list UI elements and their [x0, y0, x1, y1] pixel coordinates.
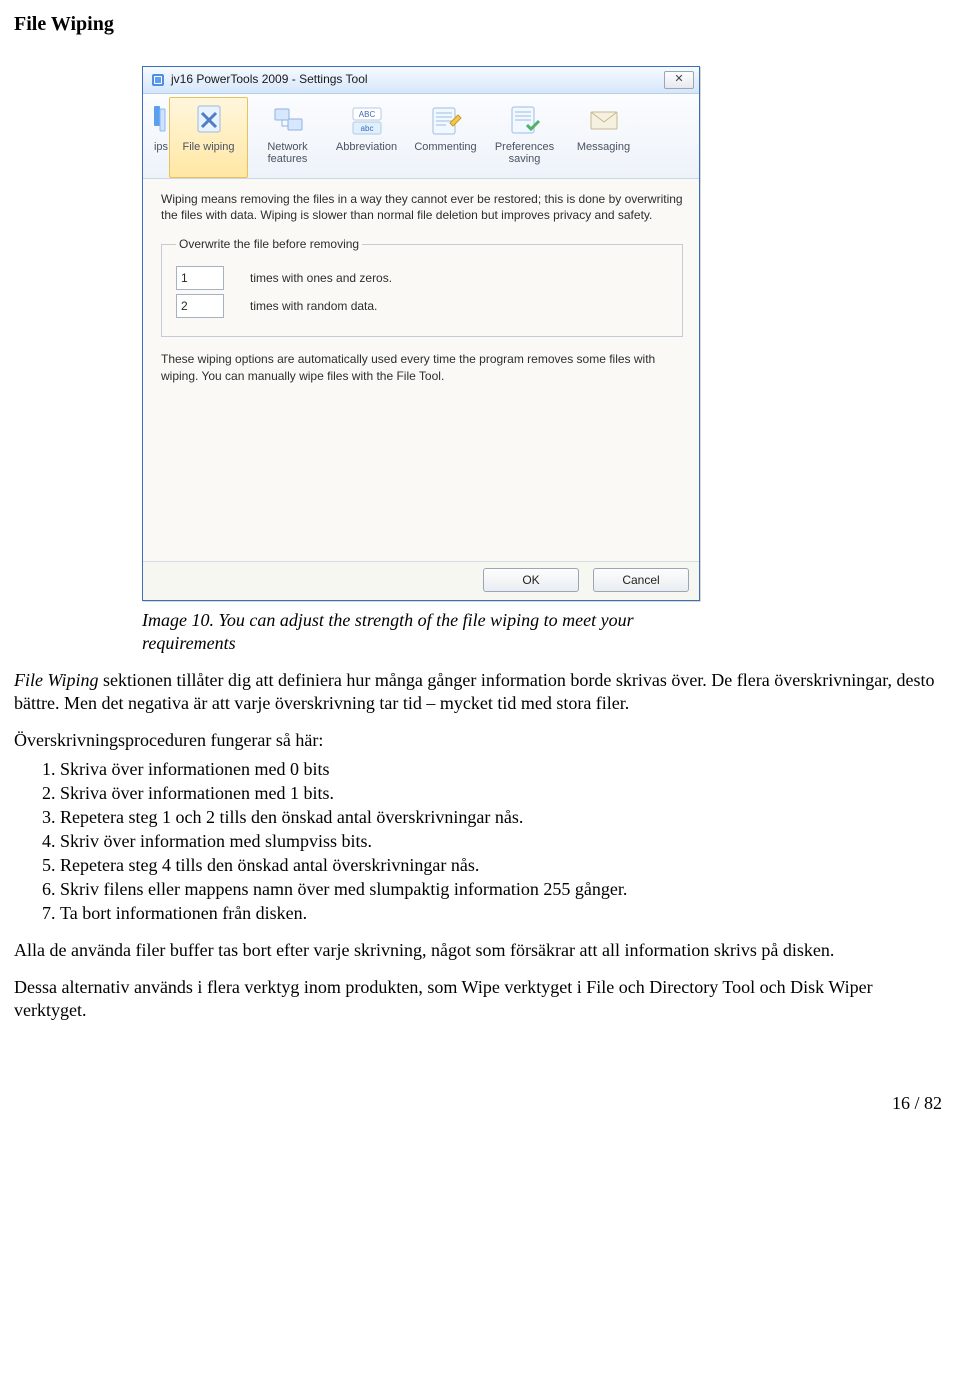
- list-item: Repetera steg 1 och 2 tills den önskad a…: [60, 806, 946, 829]
- list-item: Skriva över informationen med 1 bits.: [60, 782, 946, 805]
- page-number: 16 / 82: [14, 1092, 946, 1115]
- messaging-icon: [586, 103, 622, 137]
- overwrite-row-ones-zeros: times with ones and zeros.: [176, 266, 668, 290]
- procedure-list: Skriva över informationen med 0 bits Skr…: [14, 758, 946, 925]
- svg-text:ABC: ABC: [358, 110, 375, 119]
- intro-italic-term: File Wiping: [14, 670, 99, 690]
- figure-block: jv16 PowerTools 2009 - Settings Tool ✕ i…: [142, 66, 946, 655]
- document-icon: [132, 103, 168, 137]
- toolbar-label: ips: [154, 141, 168, 154]
- window-titlebar: jv16 PowerTools 2009 - Settings Tool ✕: [143, 67, 699, 94]
- overwrite-group: Overwrite the file before removing times…: [161, 237, 683, 337]
- toolbar-label: Commenting: [414, 141, 476, 154]
- toolbar-item-network[interactable]: Network features: [248, 97, 327, 178]
- figure-caption: Image 10. You can adjust the strength of…: [142, 609, 698, 655]
- abbreviation-icon: ABC abc: [349, 103, 385, 137]
- list-item: Skriv filens eller mappens namn över med…: [60, 878, 946, 901]
- network-icon: [270, 103, 306, 137]
- overwrite-random-label: times with random data.: [250, 299, 377, 314]
- procedure-heading: Överskrivningsproceduren fungerar så här…: [14, 729, 946, 752]
- toolbar-item-file-wiping[interactable]: File wiping: [169, 97, 248, 178]
- toolbar-label: Abbreviation: [336, 141, 397, 154]
- file-wiping-icon: [191, 103, 227, 137]
- ok-button[interactable]: OK: [483, 568, 579, 592]
- list-item: Repetera steg 4 tills den önskad antal ö…: [60, 854, 946, 877]
- paragraph-buffer: Alla de använda filer buffer tas bort ef…: [14, 939, 946, 962]
- settings-window: jv16 PowerTools 2009 - Settings Tool ✕ i…: [142, 66, 700, 601]
- svg-text:abc: abc: [360, 124, 373, 133]
- toolbar-label: Messaging: [577, 141, 630, 154]
- overwrite-random-input[interactable]: [176, 294, 224, 318]
- toolbar: ips File wiping Network features ABC abc: [143, 94, 699, 179]
- wiping-description: Wiping means removing the files in a way…: [161, 191, 683, 223]
- intro-paragraph: File Wiping sektionen tillåter dig att d…: [14, 669, 946, 715]
- window-close-button[interactable]: ✕: [664, 71, 694, 89]
- overwrite-ones-zeros-input[interactable]: [176, 266, 224, 290]
- overwrite-row-random: times with random data.: [176, 294, 668, 318]
- preferences-icon: [507, 103, 543, 137]
- toolbar-item-preferences[interactable]: Preferences saving: [485, 97, 564, 178]
- toolbar-label: Network: [267, 141, 307, 154]
- window-content: Wiping means removing the files in a way…: [143, 179, 699, 561]
- window-title: jv16 PowerTools 2009 - Settings Tool: [171, 72, 664, 87]
- section-heading: File Wiping: [14, 12, 946, 38]
- toolbar-item-messaging[interactable]: Messaging: [564, 97, 643, 178]
- intro-rest: sektionen tillåter dig att definiera hur…: [14, 670, 935, 713]
- overwrite-ones-zeros-label: times with ones and zeros.: [250, 271, 392, 286]
- wiping-note: These wiping options are automatically u…: [161, 351, 683, 383]
- toolbar-sublabel: saving: [509, 153, 541, 166]
- cancel-button[interactable]: Cancel: [593, 568, 689, 592]
- toolbar-label: Preferences: [495, 141, 554, 154]
- commenting-icon: [428, 103, 464, 137]
- list-item: Skriv över information med slumpviss bit…: [60, 830, 946, 853]
- toolbar-label: File wiping: [183, 141, 235, 154]
- list-item: Skriva över informationen med 0 bits: [60, 758, 946, 781]
- app-icon: [151, 73, 165, 87]
- toolbar-item-ips[interactable]: ips: [143, 97, 169, 178]
- overwrite-legend: Overwrite the file before removing: [176, 237, 362, 252]
- button-bar: OK Cancel: [143, 561, 699, 600]
- toolbar-sublabel: features: [268, 153, 308, 166]
- toolbar-item-abbreviation[interactable]: ABC abc Abbreviation: [327, 97, 406, 178]
- list-item: Ta bort informationen från disken.: [60, 902, 946, 925]
- toolbar-item-commenting[interactable]: Commenting: [406, 97, 485, 178]
- paragraph-usage: Dessa alternativ används i flera verktyg…: [14, 976, 946, 1022]
